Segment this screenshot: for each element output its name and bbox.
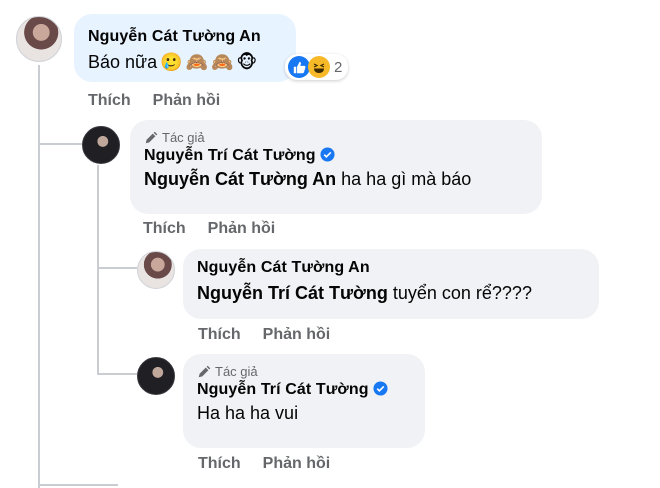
reply-button[interactable]: Phản hồi [208,220,276,238]
comment-author-row: Nguyễn Trí Cát Tường [144,147,528,165]
mention-link[interactable]: Nguyễn Cát Tường An [144,169,336,189]
comment-text: Báo nữa [88,52,158,72]
pen-icon [145,131,158,143]
author-tag-label: Tác giả [215,364,258,379]
author-tag-label: Tác giả [162,130,205,145]
author-tag: Tác giả [197,364,411,379]
like-button[interactable]: Thích [88,92,131,110]
thread-line-branch-1 [38,143,82,145]
reaction-summary[interactable]: 2 [285,54,349,80]
reply-button[interactable]: Phản hồi [263,455,331,473]
emoji-see-no-evil: 🙈 [210,52,234,73]
comment-author[interactable]: Nguyễn Trí Cát Tường [197,381,369,398]
verified-badge-icon [320,147,335,162]
comment-body: tuyển con rể???? [387,283,532,303]
emoji-see-no-evil: 🙈 [185,52,208,73]
avatar[interactable] [137,251,175,289]
comment-text: Nguyễn Trí Cát Tường tuyển con rể???? [197,283,585,304]
comment-bubble: Nguyễn Cát Tường An Nguyễn Trí Cát Tường… [183,249,599,319]
comment-bubble: Tác giả Nguyễn Trí Cát Tường Ha ha ha vu… [183,354,425,448]
reply-button[interactable]: Phản hồi [263,326,331,344]
thread-line-sub [97,165,99,375]
reaction-count: 2 [334,58,343,76]
verified-badge-icon [373,381,388,396]
avatar[interactable] [82,126,120,164]
comment-text: Ha ha ha vui [197,403,299,423]
emoji-smile-tear: 🥲 [160,52,183,73]
comment-actions: Thích Phản hồi [198,326,330,344]
like-icon [288,56,310,78]
comment-body: ha ha gì mà báo [336,169,472,189]
avatar[interactable] [16,16,62,62]
comment-text: Nguyễn Cát Tường An ha ha gì mà báo [144,169,528,190]
thread-line-bottom [38,484,118,486]
comment-author[interactable]: Nguyễn Cát Tường An [88,28,282,46]
comment-author[interactable]: Nguyễn Cát Tường An [197,259,585,277]
like-button[interactable]: Thích [143,220,186,238]
pen-icon [198,365,211,377]
comment-bubble: Nguyễn Cát Tường An Báo nữa 🥲 🙈 🙈 🐵 [74,14,296,82]
thread-line-main [38,65,40,488]
comment-author-row: Nguyễn Trí Cát Tường [197,381,411,399]
comment-text-row: Báo nữa 🥲 🙈 🙈 🐵 [88,52,282,73]
reply-button[interactable]: Phản hồi [153,92,221,110]
comment-actions: Thích Phản hồi [198,455,330,473]
comment-actions: Thích Phản hồi [143,220,275,238]
like-button[interactable]: Thích [198,326,241,344]
thread-line-branch-2 [97,267,137,269]
haha-icon [308,56,330,78]
mention-link[interactable]: Nguyễn Trí Cát Tường [197,283,388,303]
comment-actions: Thích Phản hồi [88,92,220,110]
comment-author[interactable]: Nguyễn Trí Cát Tường [144,147,316,164]
comment-bubble: Tác giả Nguyễn Trí Cát Tường Nguyễn Cát … [130,120,542,214]
like-button[interactable]: Thích [198,455,241,473]
emoji-monkey-face: 🐵 [236,52,258,73]
avatar[interactable] [137,357,175,395]
author-tag: Tác giả [144,130,528,145]
thread-line-branch-3 [97,373,137,375]
